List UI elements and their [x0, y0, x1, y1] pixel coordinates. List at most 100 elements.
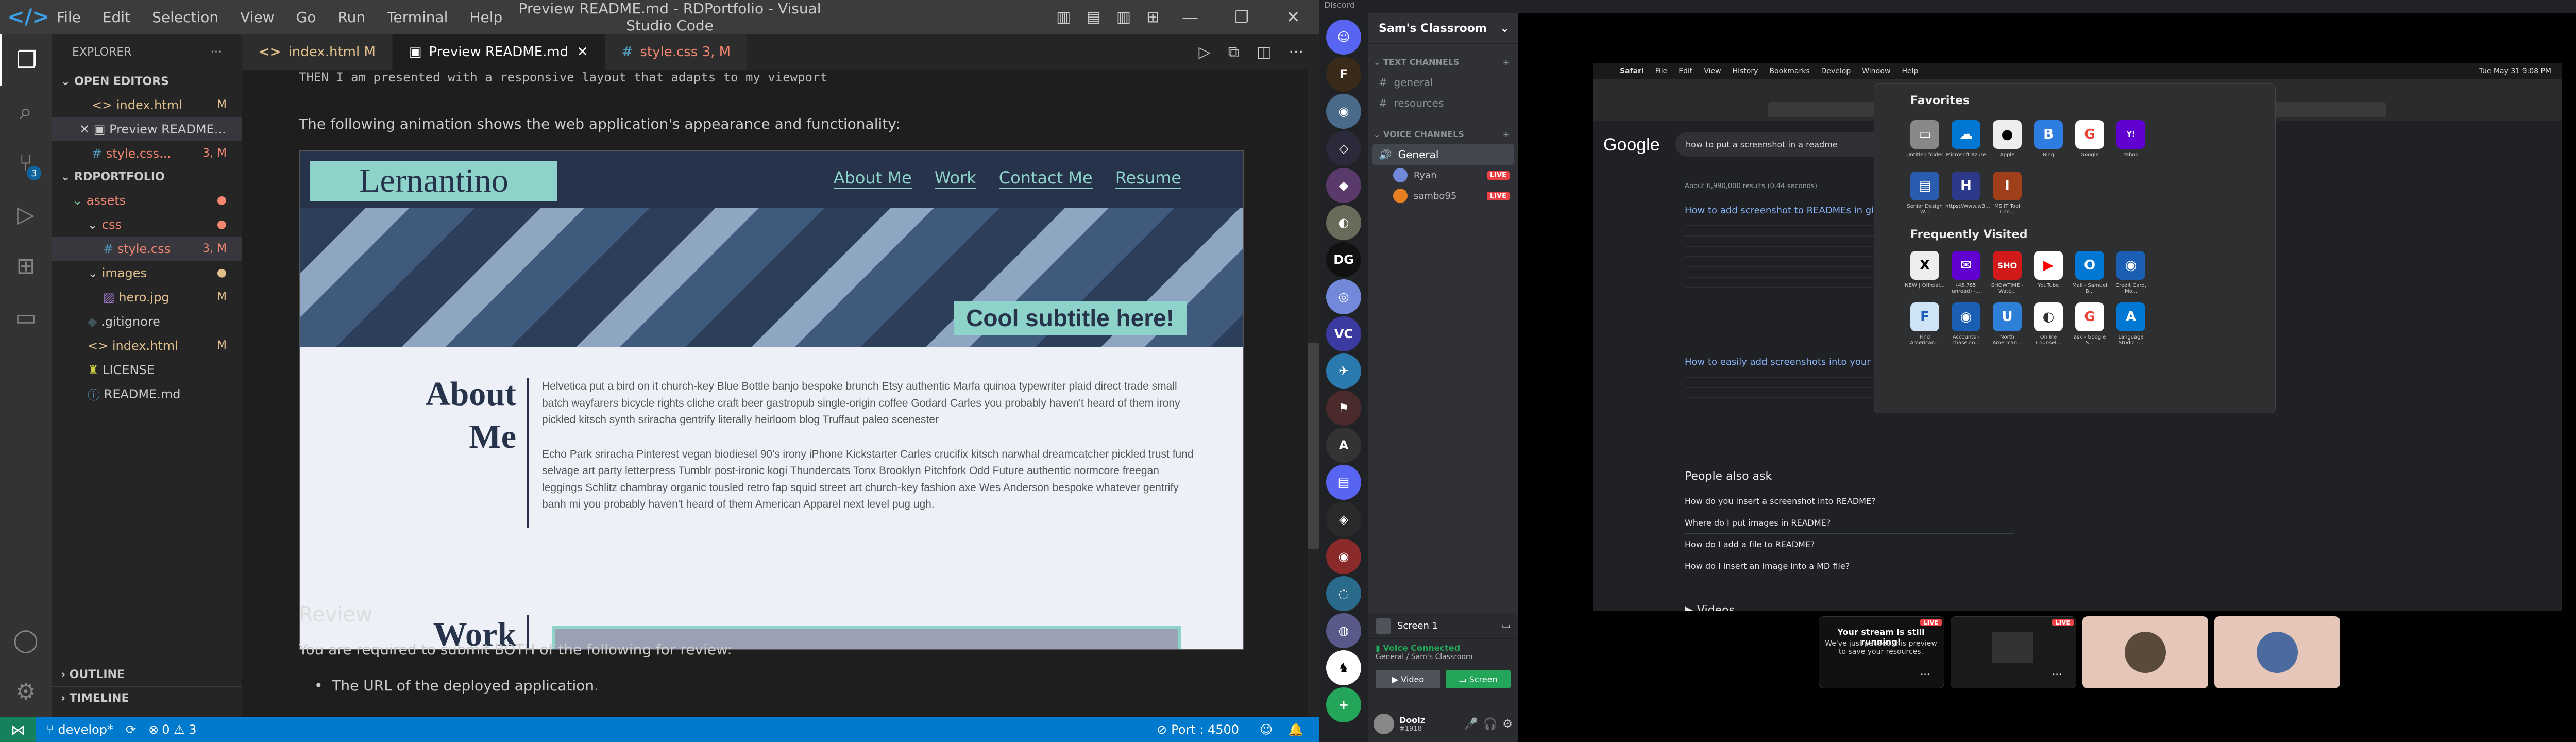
server-icon[interactable]: ♞: [1326, 650, 1361, 685]
settings-gear-icon[interactable]: ⚙: [0, 666, 52, 717]
outline-section[interactable]: › OUTLINE: [52, 663, 242, 686]
guild-header[interactable]: Sam's Classroom ⌄: [1368, 13, 1518, 44]
stream-tile[interactable]: LIVE ···: [1951, 616, 2076, 688]
screen-share-button[interactable]: ▭ Screen: [1446, 670, 1511, 688]
feedback-icon[interactable]: ☺: [1260, 722, 1273, 737]
add-channel-icon[interactable]: +: [1503, 57, 1510, 67]
open-editor-item[interactable]: <> index.html M: [52, 93, 242, 117]
server-icon[interactable]: ◇: [1326, 131, 1361, 166]
voice-user[interactable]: Ryan LIVE: [1368, 165, 1518, 185]
stream-paused-tile[interactable]: Your stream is still running! We've just…: [1819, 616, 1944, 688]
server-icon[interactable]: ◎: [1326, 279, 1361, 314]
home-icon[interactable]: ☺: [1326, 20, 1361, 55]
server-icon[interactable]: VC: [1326, 316, 1361, 351]
accounts-icon[interactable]: ◯: [0, 614, 52, 666]
menu-selection[interactable]: Selection: [152, 9, 218, 26]
toggle-secondary-sidebar-icon[interactable]: ▥: [1116, 8, 1131, 26]
explorer-icon[interactable]: ❐: [0, 34, 52, 86]
server-icon[interactable]: F: [1326, 57, 1361, 92]
problems-count[interactable]: 0 ⚠ 3: [162, 722, 196, 737]
voice-channel-general[interactable]: 🔊 General: [1372, 144, 1514, 165]
toggle-sidebar-icon[interactable]: ▥: [1056, 8, 1071, 26]
menu-go[interactable]: Go: [296, 9, 316, 26]
tab-index-html[interactable]: <> index.html M: [242, 34, 393, 70]
add-channel-icon[interactable]: +: [1503, 129, 1510, 139]
user-settings-icon[interactable]: ⚙: [1502, 718, 1513, 731]
video-button[interactable]: ▶ Video: [1376, 670, 1440, 688]
close-tab-icon[interactable]: ✕: [577, 44, 588, 60]
participant-tile[interactable]: [2214, 616, 2340, 688]
participant-tile[interactable]: [2082, 616, 2208, 688]
timeline-section[interactable]: › TIMELINE: [52, 686, 242, 710]
tree-file-license[interactable]: ♜ LICENSE: [52, 358, 242, 382]
toggle-panel-icon[interactable]: ▤: [1086, 8, 1100, 26]
menu-terminal[interactable]: Terminal: [387, 9, 448, 26]
scrollbar-thumb[interactable]: [1308, 343, 1319, 549]
tab-preview-readme[interactable]: ▣ Preview README.md ✕: [392, 34, 605, 70]
search-icon[interactable]: ⌕: [0, 86, 52, 137]
menu-run[interactable]: Run: [337, 9, 365, 26]
headphones-icon[interactable]: 🎧: [1483, 718, 1497, 731]
open-editors-section[interactable]: ⌄ OPEN EDITORS: [52, 70, 242, 93]
server-icon[interactable]: ◉: [1326, 539, 1361, 574]
voice-user[interactable]: sambo95 LIVE: [1368, 185, 1518, 206]
tree-file-gitignore[interactable]: ◆ .gitignore: [52, 309, 242, 333]
voice-location[interactable]: General / Sam's Classroom: [1376, 653, 1511, 661]
screen-settings-icon[interactable]: ▭: [1502, 620, 1511, 631]
category-voice[interactable]: ⌄ VOICE CHANNELS +: [1368, 124, 1518, 144]
split-editor-icon[interactable]: ◫: [1257, 43, 1271, 61]
tree-folder-css[interactable]: ⌄ css ●: [52, 212, 242, 237]
tab-style-css[interactable]: # style.css 3, M: [605, 34, 748, 70]
stream-video[interactable]: Safari File Edit View History Bookmarks …: [1593, 63, 2562, 611]
source-control-icon[interactable]: ⑂ 3: [0, 137, 52, 189]
more-icon[interactable]: ···: [2052, 668, 2062, 681]
channel-resources[interactable]: # resources: [1368, 93, 1518, 113]
customize-layout-icon[interactable]: ⊞: [1146, 8, 1159, 26]
server-icon[interactable]: ◍: [1326, 613, 1361, 648]
server-icon[interactable]: ◈: [1326, 502, 1361, 537]
channel-general[interactable]: # general: [1368, 72, 1518, 93]
server-icon[interactable]: ◌: [1326, 576, 1361, 611]
menu-help[interactable]: Help: [469, 9, 502, 26]
menu-edit[interactable]: Edit: [103, 9, 130, 26]
extensions-icon[interactable]: ⊞: [0, 240, 52, 292]
project-section[interactable]: ⌄ RDPORTFOLIO: [52, 165, 242, 188]
menu-view[interactable]: View: [240, 9, 274, 26]
server-icon[interactable]: ◆: [1326, 168, 1361, 203]
server-icon[interactable]: A: [1326, 428, 1361, 463]
remote-icon[interactable]: ⋈: [0, 717, 36, 742]
open-to-side-icon[interactable]: ⧉: [1228, 43, 1239, 61]
remote-explorer-icon[interactable]: ▭: [0, 292, 52, 343]
close-editor-icon[interactable]: ✕: [79, 122, 94, 137]
server-icon[interactable]: ⚑: [1326, 391, 1361, 426]
tree-file-index-html[interactable]: <> index.html M: [52, 333, 242, 358]
close-icon[interactable]: ✕: [1267, 7, 1319, 27]
run-debug-icon[interactable]: ▷: [0, 189, 52, 240]
folder-icon[interactable]: ▤: [1326, 465, 1361, 500]
tree-folder-images[interactable]: ⌄ images ●: [52, 261, 242, 285]
run-icon[interactable]: ▷: [1199, 43, 1211, 61]
server-icon[interactable]: ✈: [1326, 353, 1361, 389]
tree-file-style-css[interactable]: # style.css 3, M: [52, 237, 242, 261]
server-icon[interactable]: DG: [1326, 242, 1361, 277]
notifications-icon[interactable]: 🔔: [1288, 722, 1303, 737]
menu-file[interactable]: File: [57, 9, 81, 26]
open-editor-item[interactable]: # style.css... 3, M: [52, 141, 242, 165]
port-status[interactable]: Port : 4500: [1171, 722, 1239, 737]
add-server-icon[interactable]: +: [1326, 687, 1361, 722]
server-icon[interactable]: ◐: [1326, 205, 1361, 240]
tree-file-hero-jpg[interactable]: ▨ hero.jpg M: [52, 285, 242, 309]
tree-file-readme[interactable]: ⓘ README.md: [52, 382, 242, 406]
branch-name[interactable]: develop*: [58, 722, 113, 737]
more-actions-icon[interactable]: ···: [211, 46, 222, 59]
restore-icon[interactable]: ❐: [1216, 7, 1267, 27]
server-icon[interactable]: ◉: [1326, 94, 1361, 129]
minimize-icon[interactable]: —: [1164, 7, 1216, 27]
category-text[interactable]: ⌄ TEXT CHANNELS +: [1368, 52, 1518, 72]
sync-icon[interactable]: ⟳: [126, 722, 136, 737]
preview-scrollbar[interactable]: [1308, 70, 1319, 717]
more-icon[interactable]: ···: [1920, 668, 1930, 681]
tree-folder-assets[interactable]: ⌄ assets ●: [52, 188, 242, 212]
open-editor-item[interactable]: ✕ ▣ Preview README...: [52, 117, 242, 141]
more-actions-icon[interactable]: ···: [1289, 43, 1303, 61]
